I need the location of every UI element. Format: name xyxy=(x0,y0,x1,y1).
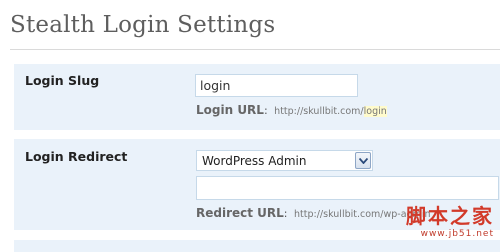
watermark-text: 脚本之家 xyxy=(406,204,494,228)
site-watermark: 脚本之家 www.jb51.net xyxy=(406,200,494,239)
redirect-url-help: Redirect URL: http://skullbit.com/wp-adm… xyxy=(196,206,430,220)
redirect-url-input[interactable] xyxy=(196,176,499,200)
redirect-url-colon: : xyxy=(283,207,288,220)
redirect-select[interactable]: WordPress Admin xyxy=(196,150,373,171)
redirect-url-label: Redirect URL xyxy=(196,206,284,220)
watermark-url: www.jb51.net xyxy=(420,229,494,239)
login-url-help: Login URL: http://skullbit.com/login xyxy=(196,103,387,117)
login-url-value: http://skullbit.com/login xyxy=(274,106,387,117)
login-url-label: Login URL xyxy=(196,103,264,117)
chevron-down-icon[interactable] xyxy=(355,152,371,169)
login-redirect-label: Login Redirect xyxy=(25,149,128,164)
redirect-select-value: WordPress Admin xyxy=(202,154,307,168)
login-url-base: http://skullbit.com/ xyxy=(274,106,364,117)
login-slug-row: Login Slug Login URL: http://skullbit.co… xyxy=(14,63,500,130)
title-divider xyxy=(10,49,500,50)
page-title: Stealth Login Settings xyxy=(10,12,276,38)
login-slug-label: Login Slug xyxy=(25,73,100,88)
login-url-slug-highlight: login xyxy=(363,106,387,117)
login-url-colon: : xyxy=(263,104,268,117)
next-setting-row xyxy=(14,239,500,252)
login-slug-input[interactable] xyxy=(195,74,358,97)
